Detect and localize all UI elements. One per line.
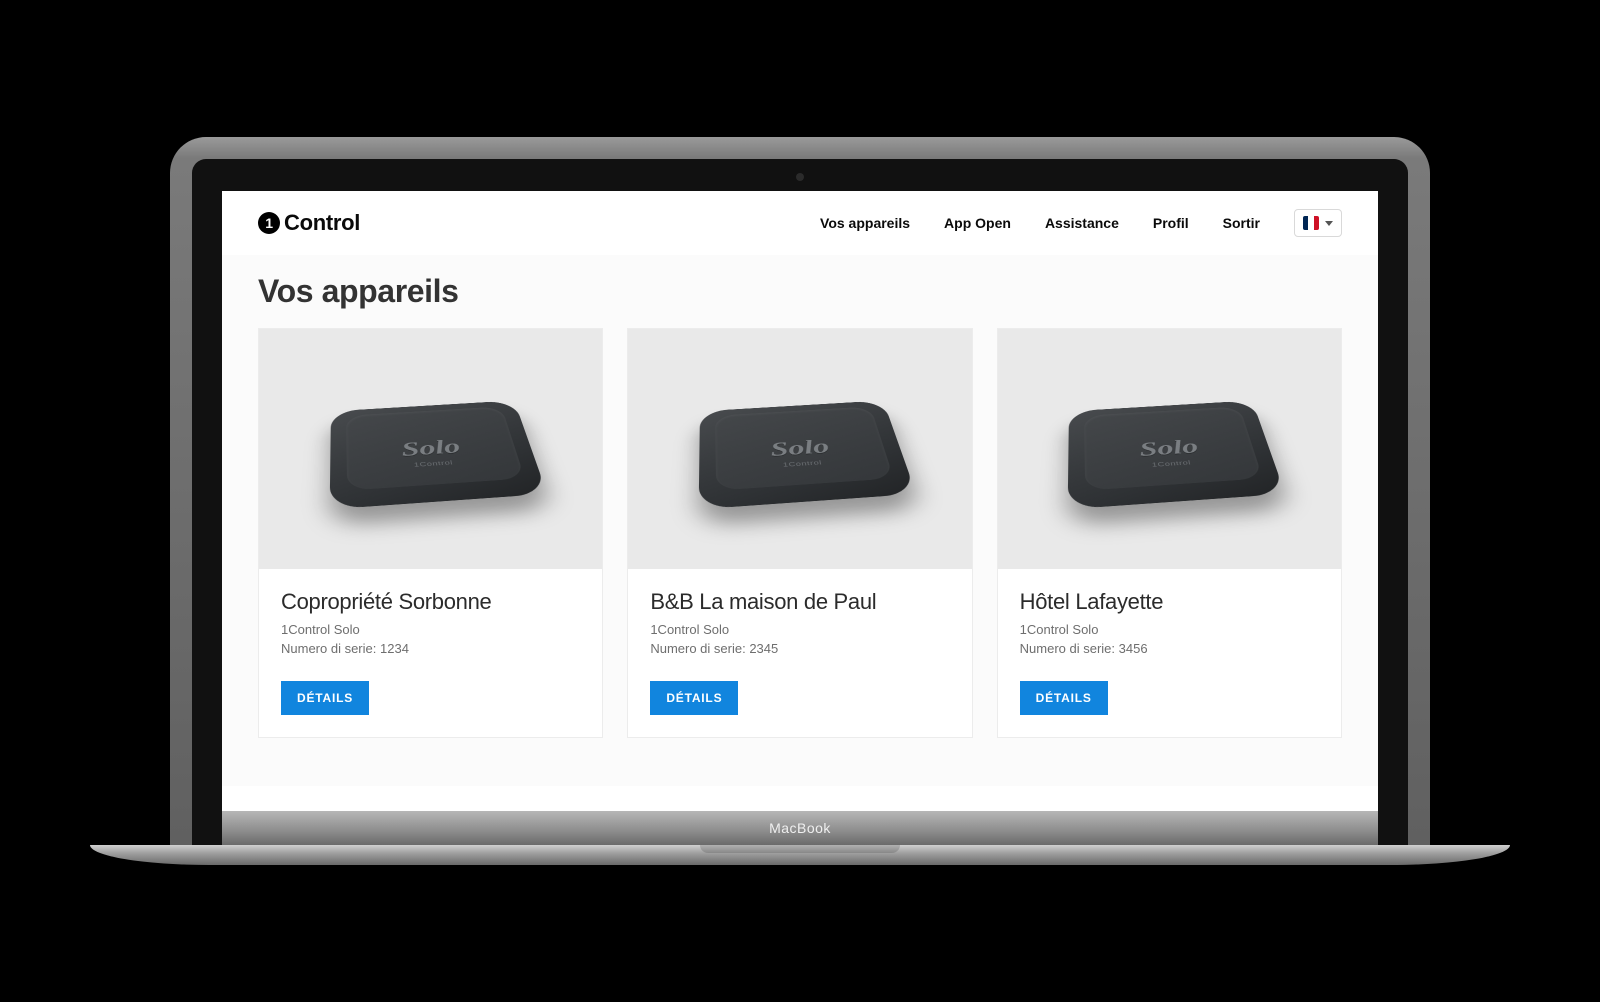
device-image: Solo 1Control bbox=[259, 329, 602, 569]
device-image: Solo 1Control bbox=[998, 329, 1341, 569]
screen-bezel: 1 Control Vos appareils App Open Assista… bbox=[192, 159, 1408, 845]
laptop-base bbox=[90, 845, 1510, 865]
camera-icon bbox=[796, 173, 804, 181]
product-illustration: Solo 1Control bbox=[329, 400, 547, 509]
device-model: 1Control Solo bbox=[281, 621, 580, 640]
device-serial: Numero di serie: 3456 bbox=[1020, 640, 1319, 659]
device-name: Hôtel Lafayette bbox=[1020, 589, 1319, 615]
brand-logo[interactable]: 1 Control bbox=[258, 210, 360, 236]
language-switcher[interactable] bbox=[1294, 209, 1342, 237]
device-name: B&B La maison de Paul bbox=[650, 589, 949, 615]
device-serial: Numero di serie: 2345 bbox=[650, 640, 949, 659]
device-image: Solo 1Control bbox=[628, 329, 971, 569]
device-model: 1Control Solo bbox=[1020, 621, 1319, 640]
device-serial: Numero di serie: 1234 bbox=[281, 640, 580, 659]
nav-item-profile[interactable]: Profil bbox=[1153, 215, 1189, 231]
flag-france-icon bbox=[1303, 216, 1319, 230]
nav-item-devices[interactable]: Vos appareils bbox=[820, 215, 910, 231]
laptop-frame: 1 Control Vos appareils App Open Assista… bbox=[170, 137, 1430, 865]
logo-mark-icon: 1 bbox=[258, 212, 280, 234]
device-card: Solo 1Control B&B La maison de Paul 1Con… bbox=[627, 328, 972, 738]
app-screen: 1 Control Vos appareils App Open Assista… bbox=[222, 191, 1378, 811]
nav-item-app-open[interactable]: App Open bbox=[944, 215, 1011, 231]
top-bar: 1 Control Vos appareils App Open Assista… bbox=[222, 191, 1378, 255]
details-button[interactable]: DÉTAILS bbox=[650, 681, 738, 715]
main-nav: Vos appareils App Open Assistance Profil… bbox=[820, 209, 1342, 237]
page-title: Vos appareils bbox=[258, 273, 1342, 310]
trackpad-notch bbox=[700, 845, 900, 853]
details-button[interactable]: DÉTAILS bbox=[281, 681, 369, 715]
device-card: Solo 1Control Copropriété Sorbonne 1Cont… bbox=[258, 328, 603, 738]
laptop-label: MacBook bbox=[769, 820, 831, 836]
laptop-hinge: MacBook bbox=[222, 811, 1378, 845]
product-illustration: Solo 1Control bbox=[699, 400, 917, 509]
device-name: Copropriété Sorbonne bbox=[281, 589, 580, 615]
logo-text: Control bbox=[284, 210, 360, 236]
product-illustration: Solo 1Control bbox=[1068, 400, 1286, 509]
nav-item-logout[interactable]: Sortir bbox=[1223, 215, 1260, 231]
device-card: Solo 1Control Hôtel Lafayette 1Control S… bbox=[997, 328, 1342, 738]
chevron-down-icon bbox=[1325, 221, 1333, 226]
device-card-grid: Solo 1Control Copropriété Sorbonne 1Cont… bbox=[258, 328, 1342, 738]
page-main: Vos appareils Solo 1Control bbox=[222, 255, 1378, 786]
details-button[interactable]: DÉTAILS bbox=[1020, 681, 1108, 715]
device-model: 1Control Solo bbox=[650, 621, 949, 640]
nav-item-assistance[interactable]: Assistance bbox=[1045, 215, 1119, 231]
laptop-lid: 1 Control Vos appareils App Open Assista… bbox=[170, 137, 1430, 845]
